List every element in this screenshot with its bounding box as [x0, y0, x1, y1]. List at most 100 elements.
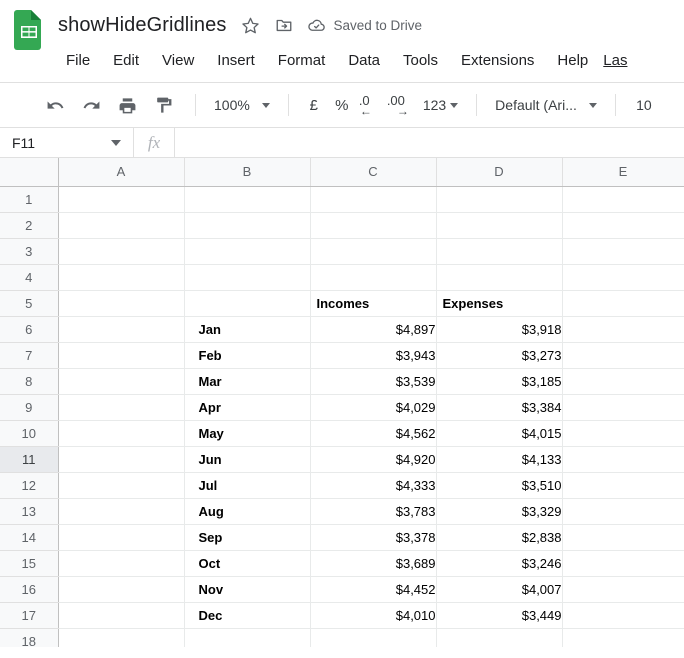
cell-D11[interactable]: $4,133	[436, 446, 563, 473]
cell-C7[interactable]: $3,943	[310, 342, 437, 369]
row-header-14[interactable]: 14	[0, 524, 59, 551]
cell-B14[interactable]: Sep	[184, 524, 311, 551]
zoom-control[interactable]: 100%	[207, 91, 277, 119]
save-status[interactable]: Saved to Drive	[307, 16, 422, 35]
cell-B18[interactable]	[184, 628, 311, 647]
menu-item-edit[interactable]: Edit	[105, 50, 147, 71]
cell-D12[interactable]: $3,510	[436, 472, 563, 499]
cell-C9[interactable]: $4,029	[310, 394, 437, 421]
cell-C17[interactable]: $4,010	[310, 602, 437, 629]
cell-D17[interactable]: $3,449	[436, 602, 563, 629]
row-header-13[interactable]: 13	[0, 498, 59, 525]
cell-E18[interactable]	[562, 628, 684, 647]
cell-A11[interactable]	[58, 446, 185, 473]
row-header-9[interactable]: 9	[0, 394, 59, 421]
row-header-7[interactable]: 7	[0, 342, 59, 369]
cell-D10[interactable]: $4,015	[436, 420, 563, 447]
percent-format-button[interactable]: %	[328, 91, 356, 119]
cell-C1[interactable]	[310, 186, 437, 213]
cell-D3[interactable]	[436, 238, 563, 265]
print-icon[interactable]	[112, 90, 142, 120]
cell-A8[interactable]	[58, 368, 185, 395]
column-header-a[interactable]: A	[58, 158, 185, 187]
cell-A10[interactable]	[58, 420, 185, 447]
font-size-control[interactable]: 10	[627, 91, 661, 119]
cell-A7[interactable]	[58, 342, 185, 369]
row-header-5[interactable]: 5	[0, 290, 59, 317]
move-to-folder-icon[interactable]	[274, 15, 294, 35]
cell-B16[interactable]: Nov	[184, 576, 311, 603]
cell-C18[interactable]	[310, 628, 437, 647]
row-header-6[interactable]: 6	[0, 316, 59, 343]
paint-format-icon[interactable]	[148, 90, 178, 120]
cell-D4[interactable]	[436, 264, 563, 291]
cell-E13[interactable]	[562, 498, 684, 525]
cell-B12[interactable]: Jul	[184, 472, 311, 499]
menu-item-insert[interactable]: Insert	[209, 50, 263, 71]
formula-input[interactable]	[175, 128, 684, 157]
cell-A17[interactable]	[58, 602, 185, 629]
cell-A13[interactable]	[58, 498, 185, 525]
cell-A5[interactable]	[58, 290, 185, 317]
column-header-c[interactable]: C	[310, 158, 437, 187]
cell-D6[interactable]: $3,918	[436, 316, 563, 343]
cell-A4[interactable]	[58, 264, 185, 291]
cell-C13[interactable]: $3,783	[310, 498, 437, 525]
cell-E11[interactable]	[562, 446, 684, 473]
redo-icon[interactable]	[76, 90, 106, 120]
cell-D7[interactable]: $3,273	[436, 342, 563, 369]
cell-E10[interactable]	[562, 420, 684, 447]
function-icon[interactable]: fx	[134, 128, 175, 157]
cell-A1[interactable]	[58, 186, 185, 213]
row-header-18[interactable]: 18	[0, 628, 59, 647]
cell-A14[interactable]	[58, 524, 185, 551]
cell-B15[interactable]: Oct	[184, 550, 311, 577]
row-header-1[interactable]: 1	[0, 186, 59, 213]
cell-E17[interactable]	[562, 602, 684, 629]
cell-B2[interactable]	[184, 212, 311, 239]
cell-D15[interactable]: $3,246	[436, 550, 563, 577]
undo-icon[interactable]	[40, 90, 70, 120]
cell-E4[interactable]	[562, 264, 684, 291]
cell-A6[interactable]	[58, 316, 185, 343]
cell-E12[interactable]	[562, 472, 684, 499]
row-header-2[interactable]: 2	[0, 212, 59, 239]
select-all-corner[interactable]	[0, 158, 59, 187]
cell-C16[interactable]: $4,452	[310, 576, 437, 603]
cell-D8[interactable]: $3,185	[436, 368, 563, 395]
cell-A3[interactable]	[58, 238, 185, 265]
menu-item-data[interactable]: Data	[340, 50, 388, 71]
cell-D2[interactable]	[436, 212, 563, 239]
increase-decimal-button[interactable]: .00 →	[386, 91, 416, 119]
column-header-e[interactable]: E	[562, 158, 684, 187]
cell-D16[interactable]: $4,007	[436, 576, 563, 603]
cell-E9[interactable]	[562, 394, 684, 421]
menu-item-extensions[interactable]: Extensions	[453, 50, 542, 71]
menu-item-view[interactable]: View	[154, 50, 202, 71]
row-header-12[interactable]: 12	[0, 472, 59, 499]
decrease-decimal-button[interactable]: .0 ←	[356, 91, 386, 119]
cell-D1[interactable]	[436, 186, 563, 213]
column-header-d[interactable]: D	[436, 158, 563, 187]
cell-C8[interactable]: $3,539	[310, 368, 437, 395]
cell-A9[interactable]	[58, 394, 185, 421]
number-format-control[interactable]: 123	[416, 91, 465, 119]
cell-B11[interactable]: Jun	[184, 446, 311, 473]
cell-E5[interactable]	[562, 290, 684, 317]
menu-item-format[interactable]: Format	[270, 50, 334, 71]
font-family-control[interactable]: Default (Ari...	[488, 91, 604, 119]
cell-D9[interactable]: $3,384	[436, 394, 563, 421]
menu-item-tools[interactable]: Tools	[395, 50, 446, 71]
document-title[interactable]: showHideGridlines	[58, 14, 226, 37]
cell-E15[interactable]	[562, 550, 684, 577]
cell-B7[interactable]: Feb	[184, 342, 311, 369]
cell-B6[interactable]: Jan	[184, 316, 311, 343]
row-header-16[interactable]: 16	[0, 576, 59, 603]
cell-D18[interactable]	[436, 628, 563, 647]
row-header-15[interactable]: 15	[0, 550, 59, 577]
cell-A12[interactable]	[58, 472, 185, 499]
cell-B13[interactable]: Aug	[184, 498, 311, 525]
cell-E3[interactable]	[562, 238, 684, 265]
row-header-11[interactable]: 11	[0, 446, 59, 473]
star-icon[interactable]	[240, 15, 260, 35]
